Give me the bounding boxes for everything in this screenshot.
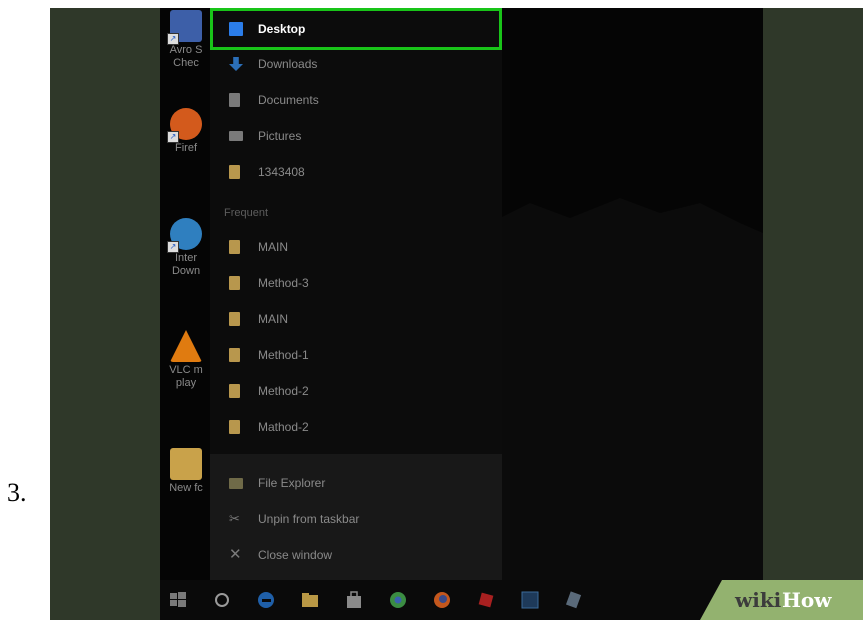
folder-icon [229,276,240,290]
screenshot: ↗ Avro S Chec ↗ Firef ↗ Inter Down VLC m… [50,8,863,620]
documents-icon [229,93,240,107]
desktop-icon-firefox[interactable]: ↗ Firef [162,108,210,155]
folder-icon [229,384,240,398]
jump-item-pictures[interactable]: Pictures [210,119,502,153]
folder-icon [229,165,240,179]
desktop-icon [229,22,243,36]
jump-item-1343408[interactable]: 1343408 [210,155,502,189]
action-unpin-from-taskbar[interactable]: ✂ Unpin from taskbar [210,502,502,536]
folder-icon [229,420,240,434]
roblox-icon[interactable] [476,590,496,610]
folder-icon [170,448,202,480]
cortana-search-icon[interactable] [212,590,232,610]
close-icon: ✕ [229,546,242,563]
jump-item-desktop[interactable]: Desktop [210,12,502,46]
firefox-icon: ↗ [167,108,202,143]
jump-item-frequent[interactable]: MAIN [210,230,502,264]
jump-item-documents[interactable]: Documents [210,83,502,117]
wikihow-watermark: wiki How [700,580,863,620]
vlc-icon [170,330,202,362]
internet-download-manager-icon: ↗ [167,218,202,253]
jump-item-frequent[interactable]: Method-1 [210,338,502,372]
edge-icon[interactable] [256,590,276,610]
folder-icon [229,312,240,326]
folder-icon [229,240,240,254]
jump-item-frequent[interactable]: Mathod-2 [210,410,502,444]
desktop-icon-idm[interactable]: ↗ Inter Down [162,218,210,278]
desktop-icon-avro[interactable]: ↗ Avro S Chec [162,10,210,70]
windows-start-icon[interactable] [168,590,188,610]
desktop-icon-new-folder[interactable]: New fc [162,448,210,495]
jump-item-frequent[interactable]: Method-2 [210,374,502,408]
desktop-icon-vlc[interactable]: VLC m play [162,330,210,390]
folder-icon [229,348,240,362]
store-icon[interactable] [344,590,364,610]
file-explorer-icon[interactable] [300,590,320,610]
firefox-icon[interactable] [432,590,452,610]
file-explorer-jump-list: Desktop Downloads Documents Pictures 134… [210,8,502,580]
app-icon[interactable] [564,590,584,610]
jump-item-frequent[interactable]: Method-3 [210,266,502,300]
chrome-icon[interactable] [388,590,408,610]
action-close-window[interactable]: ✕ Close window [210,538,502,572]
photoshop-icon[interactable] [520,590,540,610]
file-explorer-icon [229,477,243,489]
jump-item-frequent[interactable]: MAIN [210,302,502,336]
action-file-explorer[interactable]: File Explorer [210,466,502,500]
frequent-heading: Frequent [224,207,269,219]
avro-keyboard-icon: ↗ [167,10,202,45]
step-number: 3. [7,478,27,507]
pictures-icon [229,131,243,141]
jump-item-downloads[interactable]: Downloads [210,47,502,81]
unpin-icon: ✂ [229,511,240,526]
downloads-icon [229,57,243,71]
